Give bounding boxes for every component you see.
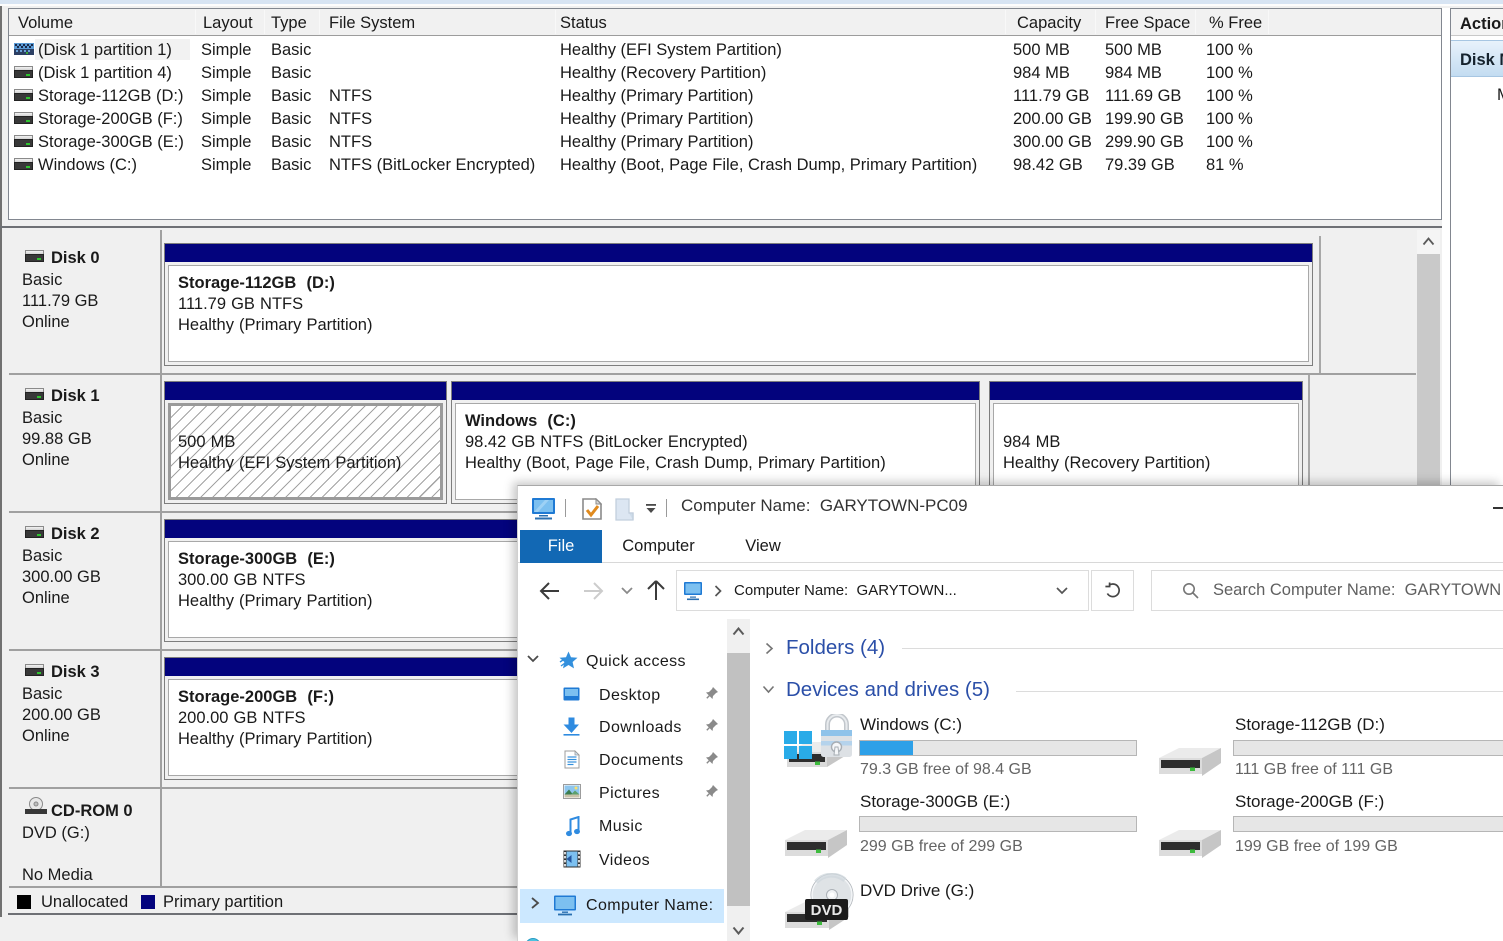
svg-text:DVD: DVD	[811, 902, 843, 919]
